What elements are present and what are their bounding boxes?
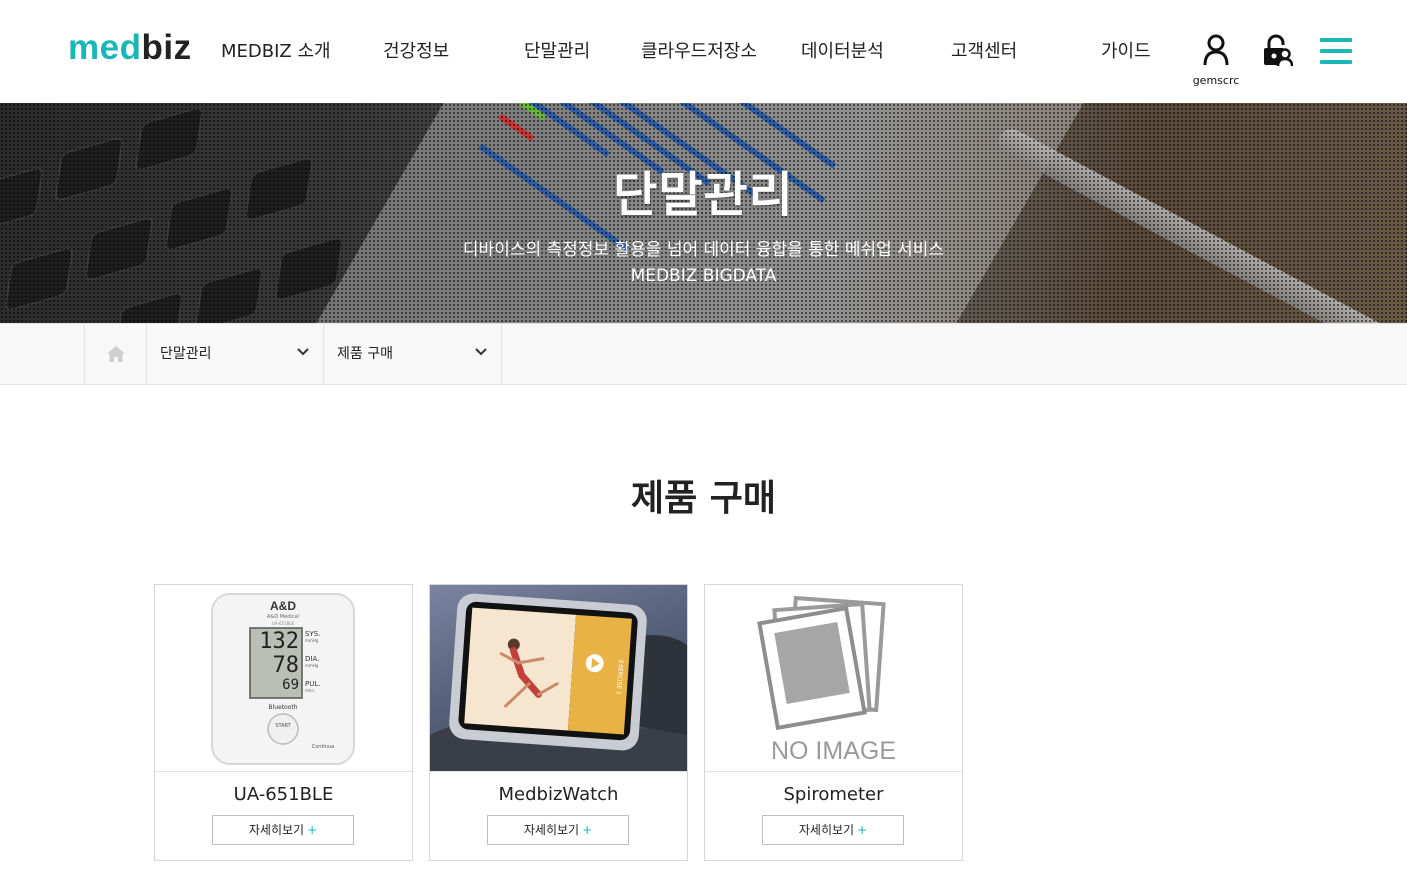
banner-subtitle-line2: MEDBIZ BIGDATA: [630, 266, 777, 286]
sys-unit-text: mmHg: [305, 638, 319, 643]
site-header: medbiz MEDBIZ 소개 건강정보 단말관리 클라우드저장소 데이터분석…: [0, 0, 1407, 103]
nav-health-info[interactable]: 건강정보: [383, 40, 449, 64]
banner-subtitle: 디바이스의 측정정보 활용을 넘어 데이터 융합을 통한 메쉬업 서비스 MED…: [0, 237, 1407, 289]
product-card[interactable]: NO IMAGE Spirometer 자세히보기 +: [704, 584, 963, 861]
breadcrumb-home[interactable]: [84, 324, 147, 384]
product-name: MedbizWatch: [498, 784, 619, 805]
pul-unit-text: /min.: [305, 688, 315, 693]
product-name: Spirometer: [783, 784, 884, 805]
continua-text: Continua: [312, 744, 334, 750]
product-image-blood-pressure-monitor: A&D A&D Medical UA-651BLE 132 78 69 SYS.…: [155, 585, 412, 772]
plus-icon: +: [582, 823, 593, 837]
no-image-text: NO IMAGE: [770, 737, 896, 765]
device-brand-sub-text: A&D Medical: [267, 614, 299, 620]
plus-icon: +: [857, 823, 868, 837]
breadcrumb: 단말관리 제품 구매: [0, 323, 1407, 385]
banner-subtitle-line1: 디바이스의 측정정보 활용을 넘어 데이터 융합을 통한 메쉬업 서비스: [462, 240, 945, 260]
username-label: gemscrc: [1192, 74, 1240, 87]
breadcrumb-level1-select[interactable]: 단말관리: [147, 324, 324, 384]
user-icon: [1203, 34, 1229, 66]
nav-customer-center[interactable]: 고객센터: [951, 40, 1017, 64]
sys-value-text: 132: [259, 629, 299, 654]
home-icon: [106, 346, 125, 362]
hamburger-menu-icon[interactable]: [1320, 38, 1352, 64]
view-details-button[interactable]: 자세히보기 +: [762, 815, 904, 845]
chevron-down-icon: [297, 348, 309, 356]
hero-banner: 단말관리 디바이스의 측정정보 활용을 넘어 데이터 융합을 통한 메쉬업 서비…: [0, 103, 1407, 323]
start-button-text: START: [275, 723, 291, 729]
device-model-text: UA-651BLE: [272, 621, 295, 626]
view-details-button[interactable]: 자세히보기 +: [487, 815, 629, 845]
plus-icon: +: [307, 823, 318, 837]
nav-guide[interactable]: 가이드: [1101, 40, 1151, 64]
nav-data-analysis[interactable]: 데이터분석: [801, 40, 884, 64]
product-image-smartwatch: EXERCISE 1: [430, 585, 687, 772]
logout-lock-icon[interactable]: [1261, 34, 1293, 68]
chevron-down-icon: [475, 348, 487, 356]
medbiz-logo[interactable]: medbiz: [68, 28, 192, 68]
nav-medbiz-intro[interactable]: MEDBIZ 소개: [221, 40, 331, 64]
product-name: UA-651BLE: [233, 784, 334, 805]
nav-cloud-storage[interactable]: 클라우드저장소: [641, 40, 757, 64]
dia-unit-text: mmHg: [305, 663, 319, 668]
dia-value-text: 78: [273, 653, 300, 678]
breadcrumb-level2-select[interactable]: 제품 구매: [324, 324, 502, 384]
product-image-placeholder: NO IMAGE: [705, 585, 962, 772]
banner-title: 단말관리: [613, 167, 794, 223]
product-card[interactable]: A&D A&D Medical UA-651BLE 132 78 69 SYS.…: [154, 584, 413, 861]
dia-label-text: DIA.: [305, 655, 319, 663]
view-details-button[interactable]: 자세히보기 +: [212, 815, 354, 845]
bluetooth-text: Bluetooth: [268, 704, 297, 711]
pul-value-text: 69: [282, 677, 299, 693]
user-account[interactable]: gemscrc: [1190, 34, 1242, 87]
device-brand-text: A&D: [270, 599, 296, 613]
product-card[interactable]: EXERCISE 1 MedbizWatch 자세히보기 +: [429, 584, 688, 861]
nav-device-management[interactable]: 단말관리: [524, 40, 590, 64]
pul-label-text: PUL.: [305, 680, 320, 688]
page-title: 제품 구매: [630, 478, 776, 519]
sys-label-text: SYS.: [305, 630, 320, 638]
